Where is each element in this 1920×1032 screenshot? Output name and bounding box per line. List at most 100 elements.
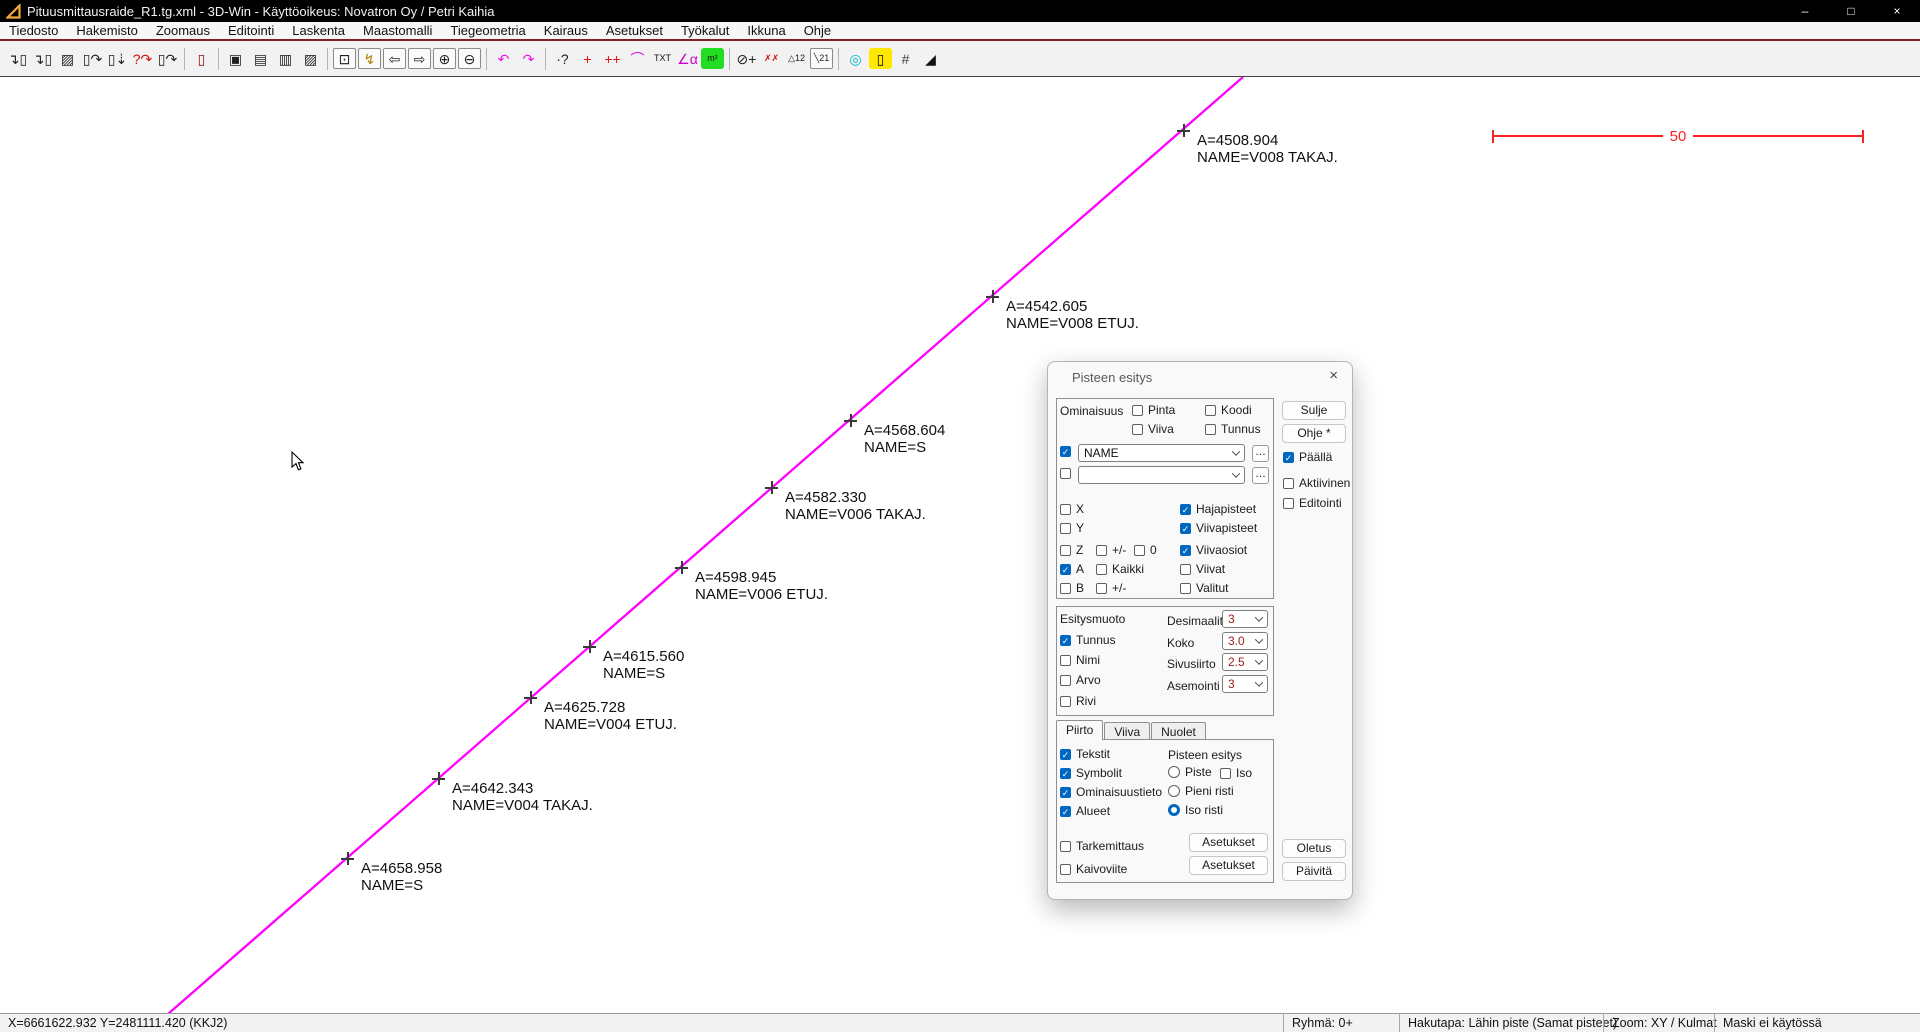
fit-view-button[interactable]: ⊡ <box>333 48 356 69</box>
menu-asetukset[interactable]: Asetukset <box>597 22 672 39</box>
attribute2-more-button[interactable]: … <box>1252 467 1269 484</box>
menu-zoomaus[interactable]: Zoomaus <box>147 22 219 39</box>
map-canvas[interactable]: A=4508.904NAME=V008 TAKAJ.A=4542.605NAME… <box>0 76 1920 1013</box>
survey-point-marker[interactable] <box>765 481 778 494</box>
survey-point-marker[interactable] <box>844 414 857 427</box>
kaivoviite-checkbox[interactable]: Kaivoviite <box>1060 862 1127 876</box>
tunnus-checkbox[interactable]: Tunnus <box>1205 422 1261 436</box>
paalla-checkbox[interactable]: Päällä <box>1283 450 1332 464</box>
kaivoviite-asetukset-button[interactable]: Asetukset <box>1189 856 1268 875</box>
survey-point-marker[interactable] <box>1177 124 1190 137</box>
ohje-button[interactable]: Ohje * <box>1282 424 1346 443</box>
survey-point-marker[interactable] <box>341 852 354 865</box>
delete-points-icon[interactable]: ✗✗ <box>760 48 783 69</box>
sivusiirto-combobox[interactable]: 2.5 <box>1222 653 1268 671</box>
tekstit-checkbox[interactable]: Tekstit <box>1060 747 1110 761</box>
add-points-icon[interactable]: ++ <box>601 48 624 69</box>
attribute1-more-button[interactable]: … <box>1252 445 1269 462</box>
menu-tiegeometria[interactable]: Tiegeometria <box>441 22 534 39</box>
minimize-button[interactable]: – <box>1782 0 1828 22</box>
grid-icon[interactable]: # <box>894 48 917 69</box>
spline-icon[interactable]: ⌒ <box>626 48 649 69</box>
zoom-in-button[interactable]: ⊕ <box>433 48 456 69</box>
attribute1-checkbox[interactable] <box>1060 446 1071 457</box>
print-icon[interactable]: ▣ <box>224 48 247 69</box>
symbolit-checkbox[interactable]: Symbolit <box>1060 766 1122 780</box>
menu-laskenta[interactable]: Laskenta <box>283 22 354 39</box>
iso-checkbox[interactable]: Iso <box>1220 766 1252 780</box>
viivaosiot-checkbox[interactable]: Viivaosiot <box>1180 543 1247 557</box>
arvo-checkbox[interactable]: Arvo <box>1060 673 1101 687</box>
close-file-icon[interactable]: ▯ <box>190 48 213 69</box>
b-plusminus-checkbox[interactable]: +/- <box>1096 581 1126 595</box>
tarkemittaus-asetukset-button[interactable]: Asetukset <box>1189 833 1268 852</box>
iso-risti-radio[interactable]: Iso risti <box>1168 803 1223 817</box>
kaikki-checkbox[interactable]: Kaikki <box>1096 562 1144 576</box>
scale-setting-icon[interactable]: ▤ <box>249 48 272 69</box>
diagonal-21-icon[interactable]: ╲21 <box>810 48 833 69</box>
menu-työkalut[interactable]: Työkalut <box>672 22 738 39</box>
aktiivinen-checkbox[interactable]: Aktiivinen <box>1283 476 1350 490</box>
triangle-count-icon[interactable]: △12 <box>785 48 808 69</box>
survey-point-marker[interactable] <box>432 772 445 785</box>
read-add-file-icon[interactable]: ↴▯ <box>31 48 54 69</box>
import-model-icon[interactable]: ▨ <box>56 48 79 69</box>
pan-right-button[interactable]: ⇨ <box>408 48 431 69</box>
survey-point-marker[interactable] <box>524 691 537 704</box>
survey-point-marker[interactable] <box>986 290 999 303</box>
rivi-checkbox[interactable]: Rivi <box>1060 694 1096 708</box>
survey-point-marker[interactable] <box>675 561 688 574</box>
desimaalit-combobox[interactable]: 3 <box>1222 610 1268 628</box>
viivapisteet-checkbox[interactable]: Viivapisteet <box>1180 521 1257 535</box>
tab-nuolet[interactable]: Nuolet <box>1151 722 1206 740</box>
sulje-button[interactable]: Sulje <box>1282 401 1346 420</box>
viiva-checkbox[interactable]: Viiva <box>1132 422 1174 436</box>
page-layout-icon[interactable]: ▥ <box>274 48 297 69</box>
zoom-flash-button[interactable]: ↯ <box>358 48 381 69</box>
alueet-checkbox[interactable]: Alueet <box>1060 804 1110 818</box>
x-checkbox[interactable]: X <box>1060 502 1084 516</box>
y-checkbox[interactable]: Y <box>1060 521 1084 535</box>
nimi-checkbox[interactable]: Nimi <box>1060 653 1100 667</box>
menu-editointi[interactable]: Editointi <box>219 22 283 39</box>
editointi-checkbox[interactable]: Editointi <box>1283 496 1342 510</box>
save-file-icon[interactable]: ▯⇣ <box>106 48 129 69</box>
maximize-button[interactable]: □ <box>1828 0 1874 22</box>
undo-button[interactable]: ↶ <box>492 48 515 69</box>
koko-combobox[interactable]: 3.0 <box>1222 632 1268 650</box>
object-ring-icon[interactable]: ◎ <box>844 48 867 69</box>
attribute2-checkbox[interactable] <box>1060 468 1071 479</box>
tab-piirto[interactable]: Piirto <box>1056 720 1103 740</box>
asemointi-combobox[interactable]: 3 <box>1222 675 1268 693</box>
tarkemittaus-checkbox[interactable]: Tarkemittaus <box>1060 839 1144 853</box>
z-checkbox[interactable]: Z <box>1060 543 1083 557</box>
tab-viiva[interactable]: Viiva <box>1104 722 1150 740</box>
valitut-checkbox[interactable]: Valitut <box>1180 581 1228 595</box>
pieni-risti-radio[interactable]: Pieni risti <box>1168 784 1234 798</box>
code-plus-icon[interactable]: ⊘+ <box>735 48 758 69</box>
menu-ikkuna[interactable]: Ikkuna <box>738 22 794 39</box>
paivita-button[interactable]: Päivitä <box>1282 862 1346 881</box>
menu-tiedosto[interactable]: Tiedosto <box>0 22 67 39</box>
oletus-button[interactable]: Oletus <box>1282 839 1346 858</box>
menu-hakemisto[interactable]: Hakemisto <box>67 22 146 39</box>
pan-left-button[interactable]: ⇦ <box>383 48 406 69</box>
write-file-icon[interactable]: ▯↷ <box>156 48 179 69</box>
attribute2-combobox[interactable] <box>1078 466 1245 484</box>
angle-measure-icon[interactable]: ∠α <box>676 48 699 69</box>
point-query-icon[interactable]: ·? <box>551 48 574 69</box>
z-plusminus-checkbox[interactable]: +/- <box>1096 543 1126 557</box>
ominaisuustieto-checkbox[interactable]: Ominaisuustieto <box>1060 785 1162 799</box>
menu-kairaus[interactable]: Kairaus <box>535 22 597 39</box>
redo-button[interactable]: ↷ <box>517 48 540 69</box>
menu-maastomalli[interactable]: Maastomalli <box>354 22 441 39</box>
attribute1-combobox[interactable]: NAME <box>1078 444 1245 462</box>
a-checkbox[interactable]: A <box>1060 562 1084 576</box>
b-checkbox[interactable]: B <box>1060 581 1084 595</box>
piste-radio[interactable]: Piste <box>1168 765 1212 779</box>
doc-toggle-icon[interactable]: ▯ <box>869 48 892 69</box>
dialog-close-icon[interactable]: × <box>1329 367 1338 384</box>
track-line[interactable] <box>0 77 1920 1013</box>
pinta-checkbox[interactable]: Pinta <box>1132 403 1175 417</box>
query-save-icon[interactable]: ?↷ <box>131 48 154 69</box>
